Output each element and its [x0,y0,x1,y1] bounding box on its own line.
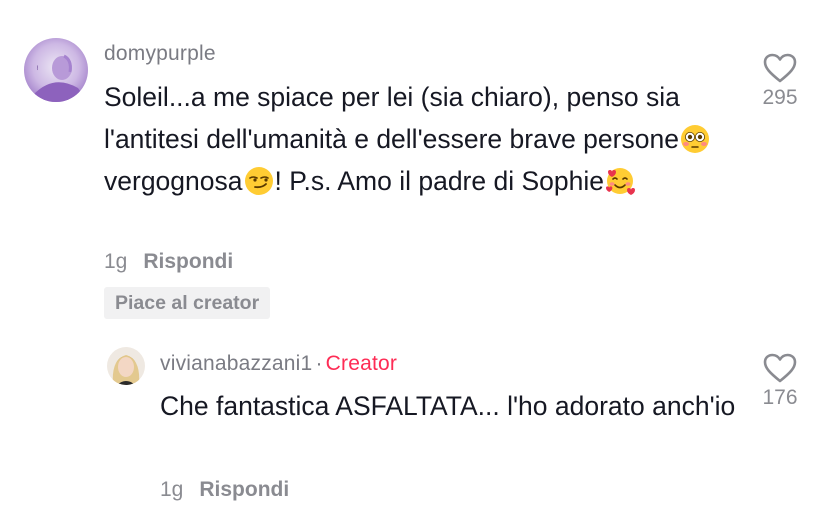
creator-badge: Creator [325,352,398,375]
separator-dot: · [315,352,323,375]
reply-text: Che fantastica ASFALTATA... l'ho adorato… [160,391,736,421]
comment-text-part: Soleil...a me spiace per lei (sia chiaro… [104,82,680,154]
svg-text:⌇: ⌇ [36,65,39,72]
heart-icon [763,353,797,383]
reply-like-button[interactable]: 176 [750,352,810,410]
comment-meta: 1g Rispondi [104,250,233,274]
reply-time: 1g [160,478,184,501]
smirking-face-emoji-icon [244,167,273,195]
reply-button[interactable]: Rispondi [143,250,233,273]
comment-text-part: ! P.s. Amo il padre di Sophie [274,166,605,196]
reply-username-line: vivianabazzani1 · Creator [160,352,397,376]
flushed-face-emoji-icon [680,125,709,153]
avatar[interactable]: ⌇ [24,38,88,102]
liked-by-creator-badge: Piace al creator [104,287,271,319]
comment-time: 1g [104,250,128,273]
like-count: 295 [762,86,798,109]
reply-username[interactable]: vivianabazzani1 [160,352,312,375]
comment-text-part: vergognosa [104,166,243,196]
comment-text: Soleil...a me spiace per lei (sia chiaro… [104,76,724,202]
smiling-face-with-hearts-emoji-icon [606,168,635,195]
like-count: 176 [762,386,798,409]
heart-icon [763,53,797,83]
reply-avatar[interactable] [107,347,145,385]
reply-meta: 1g Rispondi [160,478,289,502]
like-button[interactable]: 295 [750,52,810,110]
reply-button[interactable]: Rispondi [199,478,289,501]
comment-username[interactable]: domypurple [104,42,216,66]
